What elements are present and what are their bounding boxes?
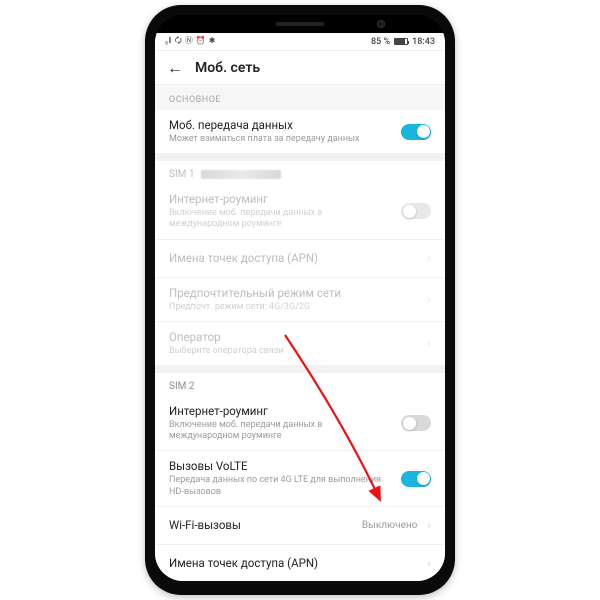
row-sim2-apn[interactable]: Имена точек доступа (APN) › — [155, 545, 445, 581]
mobile-data-toggle[interactable] — [401, 124, 431, 140]
sim1-roaming-toggle — [401, 203, 431, 219]
sim2-header: SIM 2 — [155, 373, 445, 396]
status-indicators-right: 85 % 18:43 — [371, 37, 435, 47]
battery-icon — [394, 38, 408, 45]
status-indicators-left: ₅‖ 🗘 Ⓝ ⏰ ✱ — [165, 35, 216, 49]
sim1-header: SIM 1 — [155, 161, 445, 184]
phone-bezel: ₅‖ 🗘 Ⓝ ⏰ ✱ 85 % 18:43 ← Моб. сеть ОСНОВН… — [155, 15, 445, 581]
back-icon[interactable]: ← — [167, 60, 183, 76]
row-mobile-data[interactable]: Моб. передача данных Может взиматься пла… — [155, 110, 445, 153]
app-bar: ← Моб. сеть — [155, 51, 445, 85]
screen: ₅‖ 🗘 Ⓝ ⏰ ✱ 85 % 18:43 ← Моб. сеть ОСНОВН… — [155, 33, 445, 581]
chevron-right-icon: › — [427, 251, 431, 265]
settings-list[interactable]: ОСНОВНОЕ Моб. передача данных Может взим… — [155, 85, 445, 581]
row-sim2-volte[interactable]: Вызовы VoLTE Передача данных по сети 4G … — [155, 451, 445, 506]
sim2-volte-toggle[interactable] — [401, 471, 431, 487]
sim2-roaming-toggle[interactable] — [401, 415, 431, 431]
row-sim1-network-mode: Предпочтительный режим сети Предпочт. ре… — [155, 278, 445, 322]
chevron-right-icon: › — [427, 518, 431, 532]
battery-percent: 85 % — [371, 37, 390, 47]
mobile-data-title: Моб. передача данных — [169, 118, 391, 133]
sim1-name-redacted — [201, 170, 281, 179]
mobile-data-sub: Может взиматься плата за передачу данных — [169, 134, 391, 145]
section-header-main: ОСНОВНОЕ — [155, 85, 445, 110]
row-sim2-wifi-calling[interactable]: Wi-Fi-вызовы Выключено › — [155, 507, 445, 545]
chevron-right-icon: › — [427, 292, 431, 306]
chevron-right-icon: › — [427, 556, 431, 570]
row-sim1-apn: Имена точек доступа (APN) › — [155, 240, 445, 278]
status-bar: ₅‖ 🗘 Ⓝ ⏰ ✱ 85 % 18:43 — [155, 33, 445, 51]
phone-frame: ₅‖ 🗘 Ⓝ ⏰ ✱ 85 % 18:43 ← Моб. сеть ОСНОВН… — [145, 5, 455, 595]
clock: 18:43 — [412, 37, 435, 47]
page-title: Моб. сеть — [195, 60, 260, 76]
wifi-calling-value: Выключено — [362, 520, 418, 531]
row-sim2-roaming[interactable]: Интернет-роуминг Включение моб. передачи… — [155, 396, 445, 451]
row-sim1-roaming: Интернет-роуминг Включение моб. передачи… — [155, 184, 445, 239]
row-sim1-operator: Оператор Выберите оператора связи › — [155, 322, 445, 365]
chevron-right-icon: › — [427, 336, 431, 350]
notch — [155, 15, 445, 33]
